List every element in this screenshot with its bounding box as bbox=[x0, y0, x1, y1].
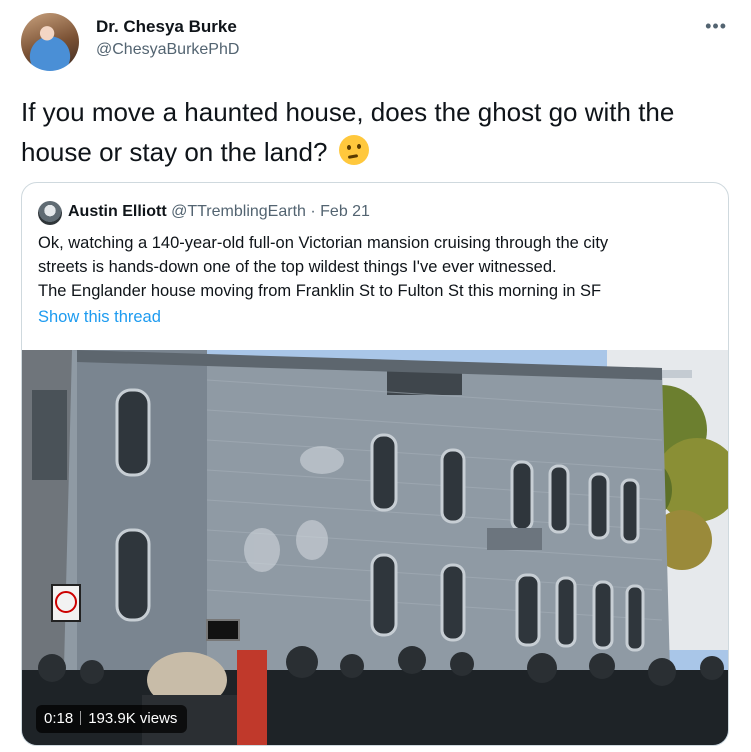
video-info-badge: 0:18 193.9K views bbox=[36, 705, 188, 733]
video-frame bbox=[22, 350, 728, 745]
quoted-tweet-text: Ok, watching a 140-year-old full-on Vict… bbox=[38, 231, 718, 303]
quoted-tweet-header: Austin Elliott @TTremblingEarth · Feb 21 bbox=[68, 203, 370, 221]
quoted-date: Feb 21 bbox=[320, 203, 370, 220]
more-icon[interactable]: ••• bbox=[705, 16, 727, 37]
show-thread-link[interactable]: Show this thread bbox=[38, 308, 161, 327]
video-duration: 0:18 bbox=[44, 710, 74, 727]
video-views: 193.9K views bbox=[88, 710, 178, 727]
thinking-face-icon bbox=[338, 135, 369, 165]
author-name[interactable]: Dr. Chesya Burke bbox=[96, 17, 237, 37]
quoted-text-line: Ok, watching a 140-year-old full-on Vict… bbox=[38, 234, 609, 252]
author-avatar[interactable] bbox=[21, 13, 79, 71]
tweet-text: If you move a haunted house, does the gh… bbox=[21, 92, 721, 172]
quoted-author-name: Austin Elliott bbox=[68, 203, 167, 220]
quoted-separator: · bbox=[310, 203, 316, 220]
badge-divider bbox=[80, 711, 82, 725]
quoted-author-avatar bbox=[38, 201, 62, 225]
quoted-author-handle: @TTremblingEarth bbox=[171, 203, 306, 220]
quoted-text-line: streets is hands-down one of the top wil… bbox=[38, 258, 557, 276]
author-handle[interactable]: @ChesyaBurkePhD bbox=[96, 41, 239, 59]
quoted-text-line: The Englander house moving from Franklin… bbox=[38, 282, 602, 300]
quoted-tweet-card[interactable]: Austin Elliott @TTremblingEarth · Feb 21… bbox=[21, 182, 729, 746]
video-player[interactable]: 0:18 193.9K views bbox=[22, 350, 728, 745]
